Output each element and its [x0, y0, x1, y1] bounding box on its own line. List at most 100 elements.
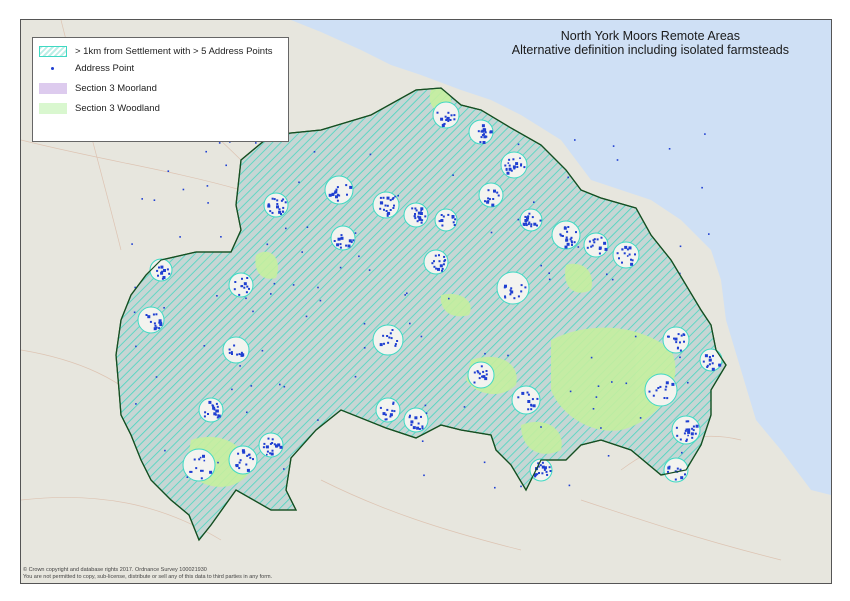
address-point	[160, 265, 164, 269]
legend-label: Section 3 Moorland	[75, 82, 157, 94]
address-point	[135, 403, 137, 405]
address-point	[386, 408, 389, 411]
address-point	[526, 216, 529, 220]
address-point	[424, 215, 427, 218]
address-point	[574, 139, 576, 141]
address-point	[687, 381, 689, 384]
address-point	[603, 241, 607, 245]
address-point	[508, 164, 511, 167]
address-point	[363, 322, 366, 325]
address-point	[546, 473, 549, 476]
address-point	[195, 467, 198, 470]
address-point	[630, 262, 634, 266]
address-point	[389, 413, 393, 417]
address-point	[413, 215, 416, 218]
address-point	[160, 321, 163, 324]
address-point	[708, 363, 711, 366]
address-point	[521, 391, 525, 395]
address-point	[425, 412, 428, 414]
address-point	[447, 120, 450, 122]
address-point	[317, 419, 319, 421]
address-point	[199, 456, 202, 459]
address-point	[433, 265, 436, 268]
address-point	[611, 278, 614, 281]
address-point	[245, 463, 248, 466]
address-point	[437, 267, 440, 271]
address-point	[600, 427, 602, 429]
address-point	[339, 243, 342, 246]
address-point	[389, 332, 392, 335]
address-point	[507, 162, 510, 164]
address-point	[489, 130, 493, 134]
address-point	[527, 400, 531, 403]
address-point	[567, 176, 569, 179]
address-point	[634, 253, 636, 256]
address-point	[508, 167, 511, 170]
address-point	[624, 245, 628, 249]
address-point	[208, 400, 212, 404]
address-point	[163, 307, 165, 309]
address-point	[509, 289, 512, 292]
address-point	[416, 220, 419, 223]
address-point	[667, 335, 670, 338]
address-point	[628, 246, 632, 250]
address-point	[246, 468, 250, 472]
address-point	[339, 246, 342, 249]
address-point	[234, 281, 237, 283]
address-point	[564, 245, 568, 249]
address-point	[679, 341, 681, 344]
address-point	[666, 397, 669, 400]
address-point	[412, 426, 416, 430]
address-point	[480, 136, 483, 139]
address-point	[391, 409, 394, 412]
legend-label: Address Point	[75, 62, 135, 74]
address-point	[496, 191, 499, 194]
address-point	[453, 118, 456, 121]
address-point	[593, 241, 596, 244]
address-point	[508, 158, 511, 161]
address-point	[473, 371, 476, 374]
address-point	[225, 164, 227, 167]
legend-label: Section 3 Woodland	[75, 102, 160, 114]
address-point	[568, 484, 571, 487]
address-point	[676, 434, 679, 437]
address-point	[683, 334, 686, 336]
address-point	[590, 356, 593, 359]
address-point	[520, 284, 523, 287]
dot-icon	[39, 63, 67, 74]
address-point	[452, 174, 454, 176]
address-point	[484, 352, 486, 355]
address-point	[548, 272, 550, 274]
address-point	[665, 381, 669, 385]
address-point	[245, 297, 247, 300]
address-point	[482, 141, 486, 144]
address-point	[189, 470, 192, 473]
address-point	[442, 263, 445, 266]
address-point	[443, 260, 446, 263]
address-point	[280, 199, 283, 202]
address-point	[333, 191, 336, 194]
map-legend: > 1km from Settlement with > 5 Address P…	[32, 37, 289, 142]
address-point	[695, 424, 699, 428]
address-point	[531, 398, 534, 401]
address-point	[133, 311, 136, 314]
address-point	[520, 485, 522, 488]
address-point	[392, 207, 395, 209]
address-point	[417, 422, 420, 425]
address-point	[182, 188, 185, 191]
address-point	[484, 131, 487, 134]
address-point	[616, 252, 619, 255]
address-point	[149, 320, 152, 323]
address-point	[680, 476, 684, 480]
address-point	[145, 314, 148, 316]
address-point	[418, 428, 421, 430]
address-point	[435, 267, 438, 270]
address-point	[420, 335, 423, 338]
address-point	[611, 381, 613, 383]
address-point	[522, 222, 526, 226]
address-point	[679, 349, 682, 352]
address-point	[241, 449, 245, 453]
address-point	[252, 310, 254, 313]
address-point	[513, 297, 516, 300]
address-point	[386, 204, 389, 207]
